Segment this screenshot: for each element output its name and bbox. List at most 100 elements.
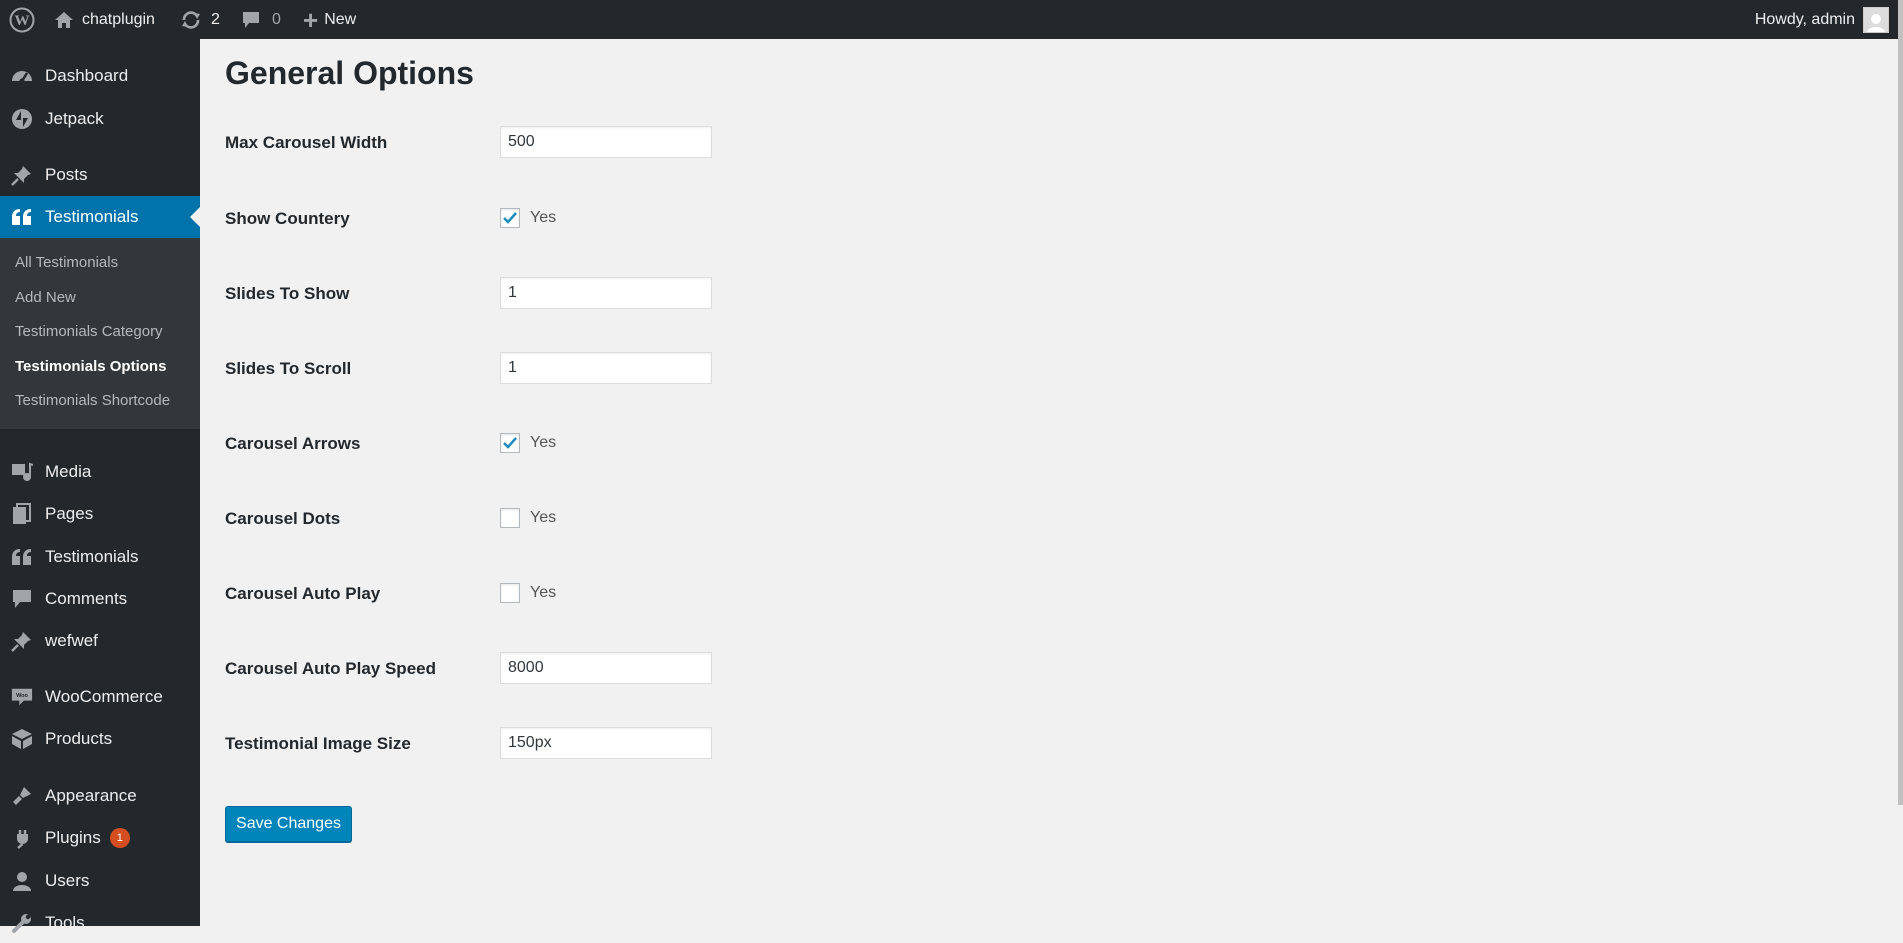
menu-item-woocommerce[interactable]: Woo WooCommerce — [0, 677, 200, 717]
carousel-auto-play-checkbox-group: Yes — [500, 583, 556, 603]
testimonials-submenu: All Testimonials Add New Testimonials Ca… — [0, 238, 200, 429]
plus-icon: + — [303, 4, 319, 35]
updates-icon — [180, 10, 202, 30]
media-icon — [11, 461, 33, 483]
show-country-checkbox-group: Yes — [500, 208, 556, 228]
submenu-item-all-testimonials[interactable]: All Testimonials — [15, 254, 118, 271]
menu-label: Products — [45, 729, 113, 748]
menu-item-appearance[interactable]: Appearance — [0, 776, 200, 816]
field-label: Carousel Auto Play — [225, 584, 381, 603]
menu-item-comments[interactable]: Comments — [0, 579, 200, 619]
wrench-icon — [11, 912, 33, 934]
woocommerce-icon: Woo — [11, 686, 33, 708]
field-label: Carousel Arrows — [225, 434, 361, 453]
image-size-input[interactable] — [500, 727, 712, 759]
carousel-arrows-checkbox[interactable] — [500, 433, 520, 453]
menu-label: Plugins — [45, 828, 101, 847]
updates-link[interactable]: 2 — [180, 0, 220, 39]
main-content: General Options Max Carousel Width Show … — [200, 39, 1903, 926]
checkbox-label: Yes — [530, 434, 557, 451]
menu-item-testimonials-2[interactable]: Testimonials — [0, 537, 200, 577]
jetpack-icon — [11, 108, 33, 130]
field-label: Slides To Show — [225, 284, 350, 303]
page-title: General Options — [225, 55, 474, 91]
menu-item-media[interactable]: Media — [0, 452, 200, 492]
plugins-update-badge: 1 — [109, 828, 130, 848]
pin-icon — [11, 630, 33, 652]
field-label: Carousel Auto Play Speed — [225, 659, 436, 678]
menu-label: Jetpack — [45, 109, 104, 128]
comments-link[interactable]: 0 — [242, 0, 281, 39]
svg-text:W: W — [15, 13, 30, 29]
field-label: Slides To Scroll — [225, 359, 352, 378]
my-account-link[interactable]: Howdy, admin — [1755, 0, 1889, 39]
menu-item-posts[interactable]: Posts — [0, 155, 200, 195]
site-name: chatplugin — [82, 10, 155, 28]
new-label: New — [324, 10, 357, 28]
scrollbar[interactable] — [1898, 0, 1903, 805]
quote-icon — [11, 546, 33, 568]
menu-item-wefwef[interactable]: wefwef — [0, 621, 200, 661]
checkbox-label: Yes — [530, 509, 557, 526]
field-label: Testimonial Image Size — [225, 734, 411, 753]
admin-bar: W chatplugin 2 0 + New Howdy, admin — [0, 0, 1903, 39]
dashboard-icon — [11, 65, 33, 87]
pages-icon — [11, 503, 33, 525]
show-country-checkbox[interactable] — [500, 208, 520, 228]
menu-label: Pages — [45, 504, 94, 523]
box-icon — [11, 728, 33, 750]
avatar — [1863, 6, 1889, 33]
checkbox-label: Yes — [530, 584, 557, 601]
plug-icon — [11, 827, 33, 849]
carousel-dots-checkbox[interactable] — [500, 508, 520, 528]
menu-item-products[interactable]: Products — [0, 719, 200, 759]
menu-item-jetpack[interactable]: Jetpack — [0, 99, 200, 139]
menu-item-users[interactable]: Users — [0, 861, 200, 901]
submenu-item-add-new[interactable]: Add New — [15, 289, 76, 306]
menu-item-dashboard[interactable]: Dashboard — [0, 56, 200, 96]
menu-label: Dashboard — [45, 66, 129, 85]
menu-item-pages[interactable]: Pages — [0, 494, 200, 534]
site-name-link[interactable]: chatplugin — [54, 0, 155, 39]
howdy-text: Howdy, admin — [1754, 10, 1855, 28]
comment-icon — [242, 11, 260, 29]
carousel-auto-play-checkbox[interactable] — [500, 583, 520, 603]
admin-menu: Dashboard Jetpack Posts Testimonials All… — [0, 39, 200, 933]
checkmark-icon — [503, 437, 517, 449]
user-icon — [11, 870, 33, 892]
new-content-link[interactable]: + New — [303, 0, 356, 39]
menu-label: Users — [45, 871, 90, 890]
menu-label: WooCommerce — [45, 687, 163, 706]
svg-text:Woo: Woo — [16, 693, 28, 699]
checkbox-label: Yes — [530, 209, 557, 226]
menu-item-tools[interactable]: Tools — [0, 903, 200, 943]
menu-label: Media — [45, 462, 92, 481]
updates-count: 2 — [211, 10, 220, 28]
pin-icon — [11, 164, 33, 186]
menu-label: wefwef — [45, 631, 98, 650]
menu-label: Testimonials — [45, 547, 139, 566]
slides-to-show-input[interactable] — [500, 277, 712, 309]
submenu-item-testimonials-options[interactable]: Testimonials Options — [15, 358, 166, 375]
menu-item-plugins[interactable]: Plugins 1 — [0, 818, 200, 858]
field-label: Max Carousel Width — [225, 133, 388, 152]
submenu-item-testimonials-category[interactable]: Testimonials Category — [15, 323, 163, 340]
submenu-item-testimonials-shortcode[interactable]: Testimonials Shortcode — [15, 392, 170, 409]
menu-label: Testimonials — [45, 207, 139, 226]
slides-to-scroll-input[interactable] — [500, 352, 712, 384]
carousel-dots-checkbox-group: Yes — [500, 508, 556, 528]
menu-label: Posts — [45, 165, 88, 184]
menu-item-testimonials[interactable]: Testimonials — [0, 196, 200, 238]
comments-count: 0 — [272, 10, 281, 28]
field-label: Carousel Dots — [225, 509, 341, 528]
field-label: Show Countery — [225, 209, 350, 228]
carousel-arrows-checkbox-group: Yes — [500, 433, 556, 453]
brush-icon — [11, 785, 33, 807]
wordpress-logo-icon[interactable]: W — [9, 0, 35, 39]
auto-play-speed-input[interactable] — [500, 652, 712, 684]
menu-label: Appearance — [45, 786, 137, 805]
quote-icon — [11, 206, 33, 228]
home-icon — [54, 11, 74, 29]
max-carousel-width-input[interactable] — [500, 126, 712, 158]
save-changes-button[interactable]: Save Changes — [225, 806, 352, 842]
